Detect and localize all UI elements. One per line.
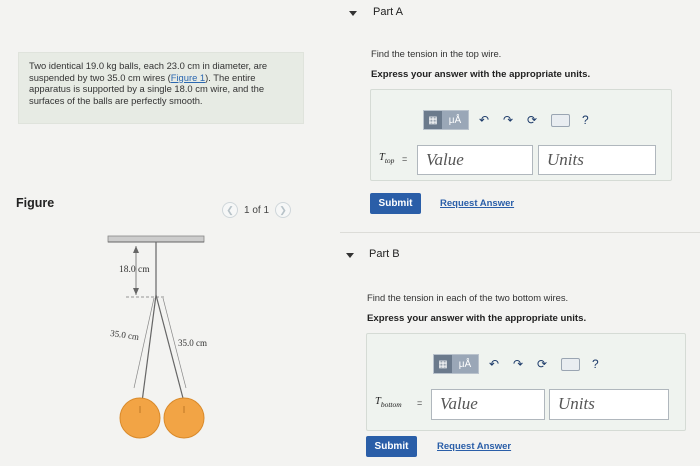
part-b-submit-button[interactable]: Submit xyxy=(366,436,417,457)
chevron-left-icon[interactable]: ❮ xyxy=(222,202,238,218)
part-a-units-input[interactable]: Units xyxy=(538,145,656,175)
left-ball xyxy=(119,397,161,439)
pager-count: 1 of 1 xyxy=(244,204,270,216)
part-b-instruction: Express your answer with the appropriate… xyxy=(367,313,587,324)
part-b-request-answer-link[interactable]: Request Answer xyxy=(437,441,511,452)
left-wire xyxy=(141,294,157,403)
part-a-question: Find the tension in the top wire. xyxy=(371,48,502,59)
pendulum-diagram-svg: 18.0 cm 35.0 cm 35.0 cm xyxy=(107,235,207,439)
ceiling xyxy=(107,235,205,243)
figure-diagram: 18.0 cm 35.0 cm 35.0 cm xyxy=(100,228,310,461)
part-a-tool-group: ▦ μÅ xyxy=(423,110,469,130)
part-a-title: Part A xyxy=(373,6,403,18)
part-b-question: Find the tension in each of the two bott… xyxy=(367,292,569,303)
help-icon[interactable]: ? xyxy=(592,357,599,371)
right-wire-label: 35.0 cm xyxy=(178,338,207,348)
keyboard-icon[interactable] xyxy=(551,113,570,127)
part-a-var-sub: top xyxy=(384,156,395,166)
undo-icon[interactable]: ↶ xyxy=(475,111,493,129)
part-b-equals: = xyxy=(417,398,423,408)
left-dim-line xyxy=(133,297,155,389)
right-wire xyxy=(155,294,185,403)
part-a-equals: = xyxy=(402,154,408,164)
part-b-tool-group: ▦ μÅ xyxy=(433,354,479,374)
part-a-collapse-icon[interactable] xyxy=(349,11,357,16)
templates-icon[interactable]: ▦ xyxy=(434,355,452,373)
units-button[interactable]: μÅ xyxy=(442,111,468,129)
units-button[interactable]: μÅ xyxy=(452,355,478,373)
figure-title: Figure xyxy=(16,196,55,210)
dim-arrow-bottom xyxy=(133,288,139,295)
part-divider xyxy=(340,232,700,233)
chevron-right-icon[interactable]: ❯ xyxy=(275,202,292,218)
templates-icon[interactable]: ▦ xyxy=(424,111,442,129)
right-ball xyxy=(163,397,205,439)
reset-icon[interactable]: ⟳ xyxy=(523,111,541,129)
undo-icon[interactable]: ↶ xyxy=(485,355,503,373)
top-wire-label: 18.0 cm xyxy=(119,265,150,275)
part-a-instruction: Express your answer with the appropriate… xyxy=(371,69,591,80)
figure-pager: ❮ 1 of 1 ❯ xyxy=(222,202,292,218)
part-b-collapse-icon[interactable] xyxy=(346,253,354,258)
problem-statement: Two identical 19.0 kg balls, each 23.0 c… xyxy=(18,52,304,124)
part-a-toolbar: ▦ μÅ ↶ ↷ ⟳ ? xyxy=(423,110,589,130)
part-b-toolbar: ▦ μÅ ↶ ↷ ⟳ ? xyxy=(433,354,599,374)
part-a-value-input[interactable]: Value xyxy=(417,145,533,175)
part-b-units-input[interactable]: Units xyxy=(549,389,669,420)
part-b-answer-panel: ▦ μÅ ↶ ↷ ⟳ ? Tbottom = Value Units xyxy=(366,333,686,431)
reset-icon[interactable]: ⟳ xyxy=(533,355,551,373)
dim-arrow-top xyxy=(133,246,139,253)
help-icon[interactable]: ? xyxy=(582,113,589,127)
part-b-value-input[interactable]: Value xyxy=(431,389,545,420)
part-a-variable: Ttop xyxy=(379,152,394,165)
redo-icon[interactable]: ↷ xyxy=(509,355,527,373)
redo-icon[interactable]: ↷ xyxy=(499,111,517,129)
part-a-answer-panel: ▦ μÅ ↶ ↷ ⟳ ? Ttop = Value Units xyxy=(370,89,672,181)
figure-link[interactable]: Figure 1 xyxy=(171,72,205,83)
left-wire-label: 35.0 cm xyxy=(110,328,140,342)
part-a-request-answer-link[interactable]: Request Answer xyxy=(440,198,514,209)
part-b-variable: Tbottom xyxy=(375,396,402,409)
keyboard-icon[interactable] xyxy=(561,357,580,371)
part-b-var-sub: bottom xyxy=(380,400,402,410)
part-a-submit-button[interactable]: Submit xyxy=(370,193,421,214)
part-b-title: Part B xyxy=(369,248,400,260)
